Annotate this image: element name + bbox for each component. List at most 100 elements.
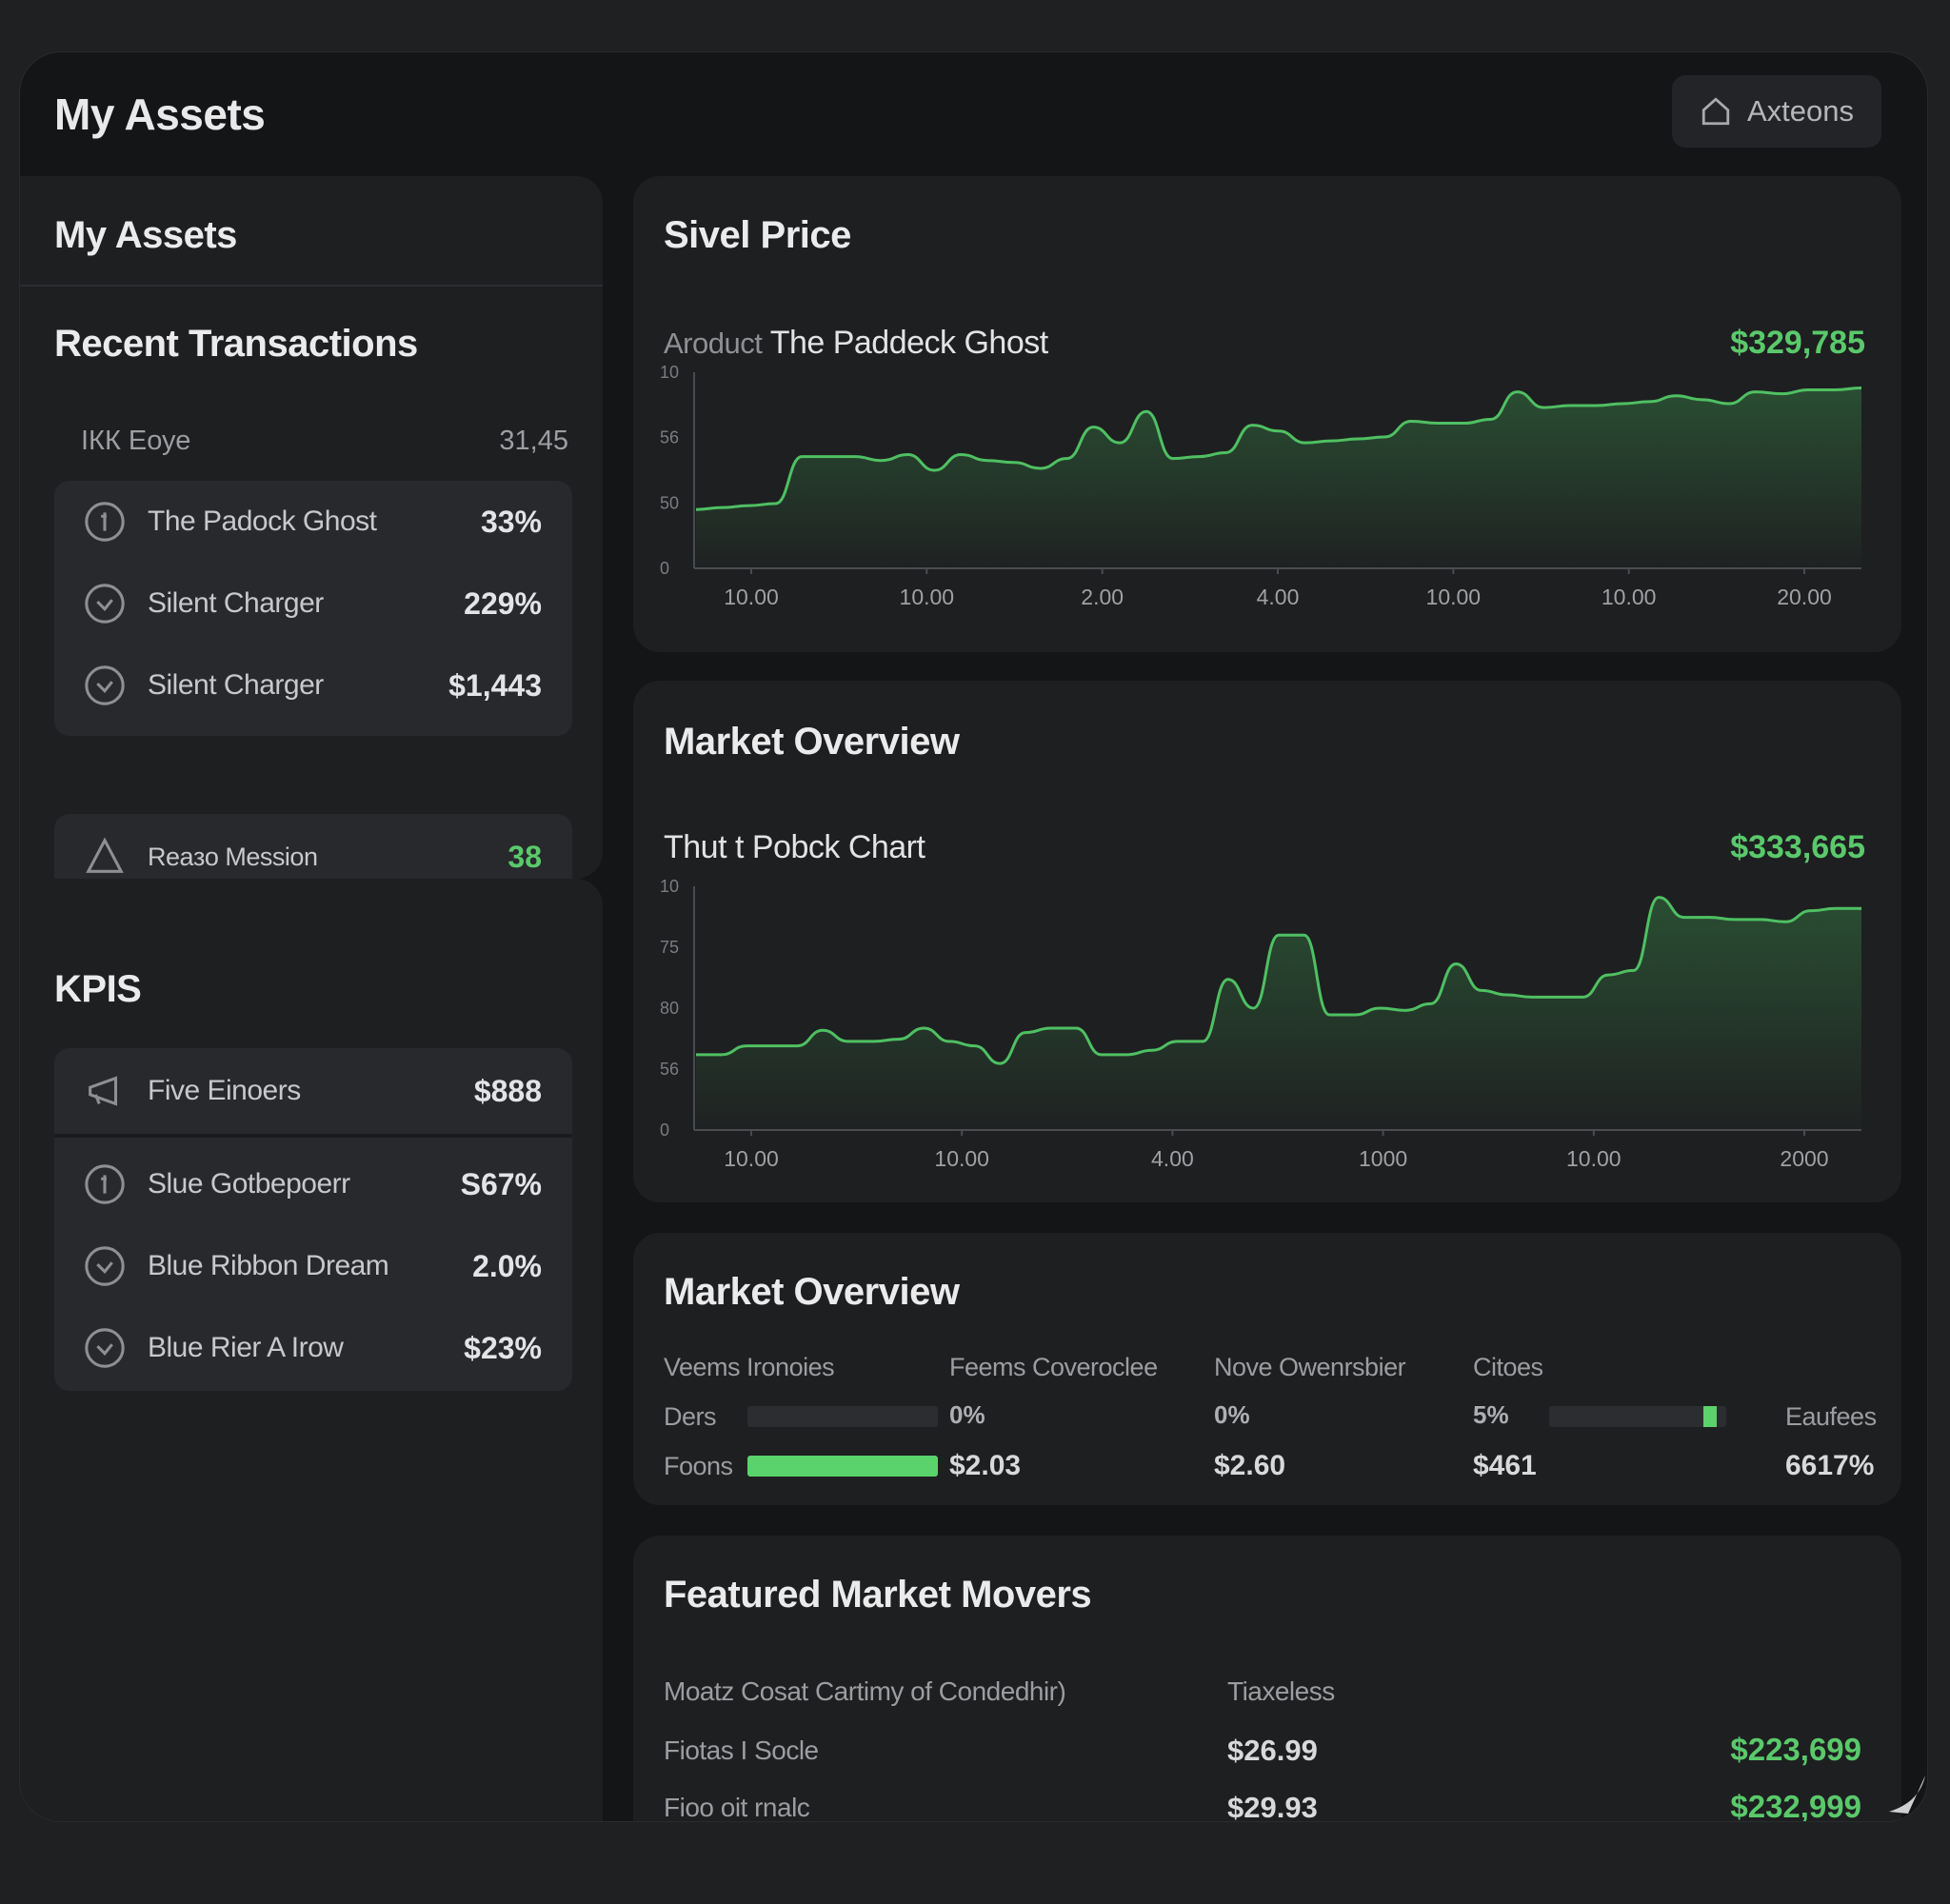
overview-chart-card: Market Overview Thut t Pobck Chart $333,… (633, 681, 1901, 1202)
chart-subtitle-name: The Paddeck Ghost (769, 325, 1049, 361)
item-label: Slue Gotbepoerr (148, 1168, 350, 1200)
assets-title: My Assets (54, 214, 237, 256)
list-item[interactable]: Silent Charger 229% (54, 563, 572, 645)
y-tick-label: 56 (660, 428, 679, 447)
progress-fill (747, 1456, 938, 1477)
col-header: Nove Owenrsbier (1214, 1353, 1406, 1381)
x-tick-label: 10.00 (724, 1146, 779, 1171)
summary-row[interactable]: ІКК Еоуе 31,45 (81, 426, 568, 457)
col-header: Veems Ironoies (664, 1353, 835, 1381)
mover-name[interactable]: Fioo oit rnalc (664, 1793, 810, 1821)
x-tick-label: 10.00 (724, 585, 779, 609)
x-tick-label: 4.00 (1257, 585, 1300, 609)
cell-value: Eaufees (1785, 1402, 1877, 1431)
list-item[interactable]: Silent Charger $1,443 (54, 645, 572, 726)
x-tick-label: 4.00 (1151, 1146, 1194, 1171)
list-item[interactable]: Blue Ribbon Dream 2.0% (54, 1225, 572, 1307)
item-label: Reaзo Мession (148, 842, 318, 871)
cell-value: $461 (1473, 1450, 1537, 1481)
y-tick-label: 0 (660, 1121, 669, 1140)
mover-change: $223,699 (1730, 1732, 1861, 1767)
check-circle-icon (85, 1246, 125, 1286)
header-button[interactable]: Axteons (1672, 75, 1881, 148)
x-tick-label: 1000 (1359, 1146, 1407, 1171)
kpis-list: Five Einoers $888 Slue Gotbepoerr S67% B… (54, 1048, 572, 1391)
item-label: The Padock Ghost (148, 506, 377, 537)
top-bar: My Assets Axteons (20, 52, 1927, 176)
overview-chart: 10 75 80 56 0 10.00 10.00 4.00 1000 10.00 2000 (660, 877, 1861, 1171)
divider (54, 1134, 572, 1138)
overview-card-title: Market Overview (664, 721, 960, 763)
chart-subtitle-prefix: Aroduct (664, 327, 763, 360)
kpis-title: KPIS (54, 968, 142, 1010)
cell-value: 6617% (1785, 1450, 1875, 1481)
transactions-list: The Padock Ghost 33% Silent Charger 229%… (54, 481, 572, 736)
y-tick-label: 0 (660, 559, 669, 578)
x-tick-label: 10.00 (934, 1146, 989, 1171)
item-value: $1,443 (448, 667, 542, 703)
cell-value: 0% (1214, 1400, 1250, 1429)
item-label: Blue Ribbon Dream (148, 1250, 389, 1281)
market-overview-card: Market Overview Veems Ironoies Feems Cov… (633, 1233, 1901, 1505)
x-tick-label: 20.00 (1777, 585, 1832, 609)
series-area (696, 387, 1861, 568)
x-tick-label: 2000 (1780, 1146, 1828, 1171)
item-value: 2.0% (472, 1248, 542, 1283)
chart-subtitle: Thut t Pobck Chart (664, 829, 925, 865)
item-label: Silent Charger (148, 669, 324, 701)
home-icon (1701, 97, 1730, 126)
mover-price: $29.93 (1227, 1791, 1318, 1822)
col-header: Feems Coveroclee (949, 1353, 1158, 1381)
col-header: Tiaxeless (1227, 1676, 1335, 1706)
cell-value: 5% (1473, 1400, 1509, 1429)
x-tick-label: 10.00 (1426, 585, 1482, 609)
item-label: Five Einoers (148, 1075, 301, 1106)
progress-bar (747, 1406, 938, 1427)
row-label: Foons (664, 1452, 733, 1480)
y-tick-label: 50 (660, 493, 679, 512)
row-label: Ders (664, 1402, 717, 1431)
price-chart: 10 56 50 0 10.00 10.00 2.00 4.00 10.00 10.00 20.00 (660, 363, 1862, 609)
y-tick-label: 10 (660, 877, 679, 896)
resize-handle-icon[interactable] (1870, 1764, 1927, 1821)
y-tick-label: 75 (660, 938, 679, 957)
list-item[interactable]: Slue Gotbepoerr S67% (54, 1143, 572, 1225)
x-tick-label: 10.00 (1566, 1146, 1622, 1171)
item-value: 229% (464, 585, 542, 621)
kpis-panel: KPIS Five Einoers $888 Slue Gotbepoerr S… (20, 879, 603, 1821)
progress-bar (747, 1456, 938, 1477)
mover-change: $232,999 (1730, 1789, 1861, 1822)
item-label: Blue Riеr A Irow (148, 1332, 344, 1363)
list-item[interactable]: Five Einoers $888 (54, 1048, 572, 1134)
price-card: Sivel Price Aroduct The Paddeck Ghost $3… (633, 176, 1901, 652)
divider (20, 285, 603, 287)
app-window: My Assets Axteons My Assets Recent Trans… (19, 51, 1928, 1822)
market-overview-title: Market Overview (664, 1271, 960, 1313)
x-tick-label: 10.00 (1602, 585, 1657, 609)
mover-name[interactable]: Fiotas I Socle (664, 1735, 819, 1766)
y-tick-label: 56 (660, 1060, 679, 1079)
col-header: Citoes (1473, 1353, 1543, 1381)
series-area (696, 897, 1861, 1130)
list-item[interactable]: The Padock Ghost 33% (54, 481, 572, 563)
x-tick-label: 10.00 (900, 585, 955, 609)
mover-price: $26.99 (1227, 1734, 1318, 1767)
progress-marker (1703, 1406, 1717, 1427)
summary-label: ІКК Еоуе (81, 426, 191, 456)
item-value: 38 (507, 839, 542, 874)
y-tick-label: 80 (660, 999, 679, 1018)
movers-title: Featured Market Movers (664, 1574, 1092, 1616)
check-circle-icon (85, 665, 125, 705)
check-circle-icon (85, 1328, 125, 1368)
y-tick-label: 10 (660, 363, 679, 382)
item-value: $888 (473, 1073, 542, 1108)
recent-transactions-title: Recent Transactions (54, 323, 418, 365)
header-button-label: Axteons (1746, 94, 1854, 128)
coin-icon (85, 502, 125, 542)
megaphone-icon (89, 1076, 118, 1106)
coin-icon (85, 1164, 125, 1204)
list-item[interactable]: Blue Riеr A Irow $23% (54, 1307, 572, 1389)
col-header: Moatz Cosat Cartimy of Condedhir) (664, 1676, 1066, 1706)
summary-value: 31,45 (499, 426, 568, 456)
page-title: My Assets (54, 89, 266, 139)
